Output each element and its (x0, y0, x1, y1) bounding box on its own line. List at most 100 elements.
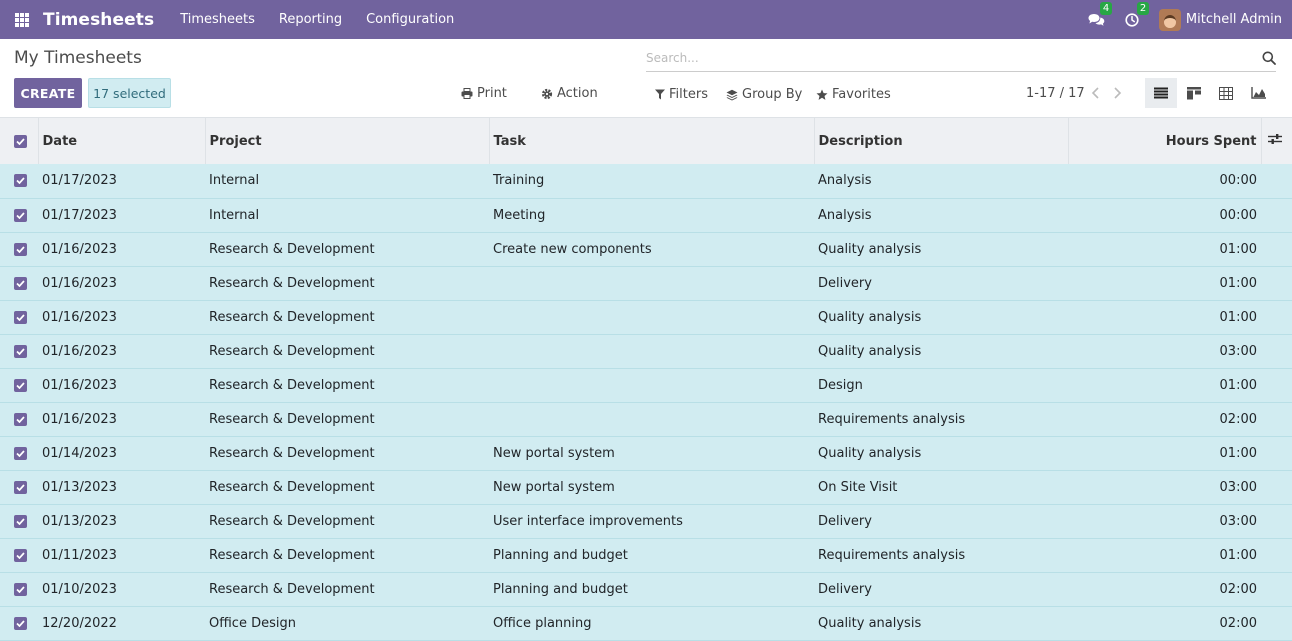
cell-hours-spent: 03:00 (1219, 479, 1257, 495)
chat-icon (1088, 13, 1105, 26)
apps-menu-icon[interactable] (15, 12, 29, 27)
print-button[interactable]: Print (461, 86, 507, 101)
activities-count-badge: 2 (1136, 1, 1150, 15)
gear-icon (541, 88, 553, 99)
cell-hours-spent: 01:00 (1219, 241, 1257, 257)
cell-hours-spent: 03:00 (1219, 343, 1257, 359)
messages-button[interactable]: 4 (1088, 1, 1113, 27)
table-row[interactable]: 01/11/2023 Research & Development Planning… (0, 538, 1292, 572)
cell-date: 01/16/2023 (42, 411, 117, 427)
table-row[interactable]: 01/16/2023 Research & Development Design 01… (0, 368, 1292, 402)
main-menu: Timesheets Reporting Configuration (180, 12, 478, 27)
table-row[interactable]: 01/13/2023 Research & Development New port… (0, 470, 1292, 504)
activities-button[interactable]: 2 (1125, 1, 1150, 27)
table-row[interactable]: 01/16/2023 Research & Development Delivery… (0, 266, 1292, 300)
app-title[interactable]: Timesheets (43, 10, 154, 30)
menu-item-configuration[interactable]: Configuration (366, 12, 454, 27)
cell-project: Research & Development (209, 479, 375, 495)
menu-item-timesheets[interactable]: Timesheets (180, 12, 255, 27)
graph-view-button[interactable] (1242, 78, 1274, 108)
column-header-project[interactable]: Project (205, 118, 490, 164)
action-button[interactable]: Action (541, 86, 598, 101)
cell-project: Internal (209, 207, 260, 223)
cell-project: Research & Development (209, 343, 375, 359)
table-row[interactable]: 01/16/2023 Research & Development Quality … (0, 300, 1292, 334)
search-bar (646, 46, 1276, 72)
table-row[interactable]: 01/16/2023 Research & Development Quality … (0, 334, 1292, 368)
cell-task: User interface improvements (493, 513, 683, 529)
kanban-view-button[interactable] (1178, 78, 1210, 108)
row-checkbox[interactable] (14, 548, 27, 562)
row-end-cell (1261, 266, 1292, 300)
cell-description: On Site Visit (818, 479, 898, 495)
search-input[interactable] (646, 46, 1246, 70)
table-row[interactable]: 01/16/2023 Research & Development Requirem… (0, 402, 1292, 436)
control-panel: My Timesheets CREATE 17 selected Print A… (0, 39, 1292, 118)
print-icon (461, 88, 473, 99)
cell-date: 01/14/2023 (42, 445, 117, 461)
group-by-button[interactable]: Group By (726, 87, 802, 102)
table-row[interactable]: 01/17/2023 Internal Meeting Analysis 00:00 (0, 198, 1292, 232)
pager-value[interactable]: 1-17 / 17 (1026, 86, 1085, 101)
cell-project: Research & Development (209, 309, 375, 325)
cell-date: 12/20/2022 (42, 615, 117, 631)
table-row[interactable]: 12/20/2022 Office Design Office planning Qu… (0, 606, 1292, 640)
filters-button[interactable]: Filters (655, 87, 708, 102)
timesheet-list: Date Project Task Description Hours Spen… (0, 118, 1292, 641)
row-end-cell (1261, 232, 1292, 266)
cell-description: Requirements analysis (818, 547, 966, 563)
column-header-task[interactable]: Task (489, 118, 815, 164)
favorites-button[interactable]: Favorites (816, 87, 891, 102)
row-checkbox[interactable] (14, 514, 27, 528)
row-select-cell (0, 198, 38, 232)
row-checkbox[interactable] (14, 310, 27, 324)
selected-count-badge[interactable]: 17 selected (88, 78, 171, 108)
table-row[interactable]: 01/14/2023 Research & Development New port… (0, 436, 1292, 470)
cell-project: Research & Development (209, 411, 375, 427)
row-select-cell (0, 470, 38, 504)
page-title: My Timesheets (14, 48, 142, 68)
row-end-cell (1261, 504, 1292, 538)
cell-hours-spent: 01:00 (1219, 377, 1257, 393)
cell-project: Research & Development (209, 241, 375, 257)
table-row[interactable]: 01/10/2023 Research & Development Planning… (0, 572, 1292, 606)
row-checkbox[interactable] (14, 412, 27, 426)
row-select-cell (0, 436, 38, 470)
row-checkbox[interactable] (14, 242, 27, 256)
cell-date: 01/17/2023 (42, 173, 117, 189)
row-checkbox[interactable] (14, 446, 27, 460)
table-row[interactable]: 01/16/2023 Research & Development Create n… (0, 232, 1292, 266)
column-header-date[interactable]: Date (38, 118, 206, 164)
row-end-cell (1261, 198, 1292, 232)
chevron-left-icon[interactable] (1091, 87, 1100, 99)
filters-label: Filters (669, 87, 708, 102)
cell-project: Research & Development (209, 275, 375, 291)
select-all-checkbox[interactable] (14, 134, 27, 148)
cell-date: 01/16/2023 (42, 275, 117, 291)
row-checkbox[interactable] (14, 208, 27, 222)
optional-columns-toggle[interactable] (1261, 118, 1292, 164)
row-checkbox[interactable] (14, 174, 27, 188)
row-checkbox[interactable] (14, 344, 27, 358)
chevron-right-icon[interactable] (1113, 87, 1122, 99)
column-header-hours-spent[interactable]: Hours Spent (1068, 118, 1262, 164)
create-button[interactable]: CREATE (14, 78, 82, 108)
star-icon (816, 89, 828, 100)
column-header-description[interactable]: Description (814, 118, 1069, 164)
row-checkbox[interactable] (14, 616, 27, 630)
cell-task: Meeting (493, 207, 546, 223)
print-label: Print (477, 86, 507, 101)
table-row[interactable]: 01/13/2023 Research & Development User int… (0, 504, 1292, 538)
row-checkbox[interactable] (14, 480, 27, 494)
search-icon[interactable] (1262, 51, 1276, 65)
grid-view-button[interactable] (1210, 78, 1242, 108)
user-menu[interactable]: Mitchell Admin (1158, 8, 1282, 31)
list-view-button[interactable] (1145, 78, 1177, 108)
cell-project: Research & Development (209, 377, 375, 393)
row-checkbox[interactable] (14, 276, 27, 290)
row-checkbox[interactable] (14, 378, 27, 392)
cell-project: Internal (209, 173, 260, 189)
menu-item-reporting[interactable]: Reporting (279, 12, 342, 27)
row-checkbox[interactable] (14, 582, 27, 596)
table-row[interactable]: 01/17/2023 Internal Training Analysis 00:00 (0, 164, 1292, 198)
